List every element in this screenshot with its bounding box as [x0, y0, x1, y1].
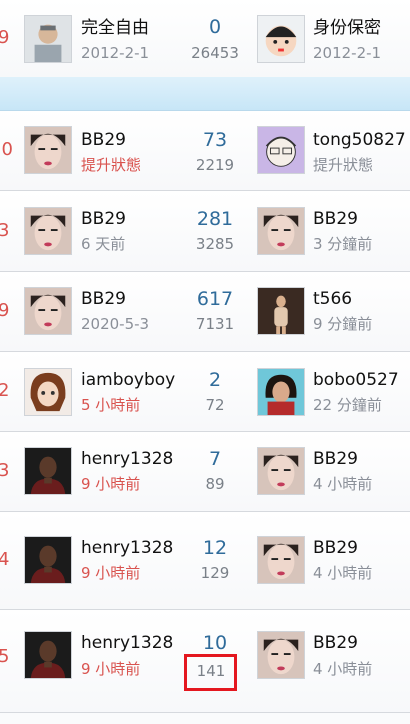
author-name[interactable]: BB29 [81, 289, 126, 309]
last-poster-name[interactable]: tong50827 [313, 130, 406, 150]
avatar-cartoon-icon [258, 16, 304, 62]
last-poster-name[interactable]: BB29 [313, 449, 358, 469]
reply-count[interactable]: 10 [185, 632, 245, 654]
author-date: 9 小時前 [81, 660, 141, 678]
avatar-man-icon [25, 448, 71, 494]
author-date: 2012-2-1 [81, 44, 150, 62]
highlight-box [184, 654, 237, 691]
thread-row: 2 iamboyboy 5 小時前 2 72 bobo0527 22 分鐘前 [0, 352, 410, 432]
row-prefix: 9 [0, 300, 10, 321]
thread-row: 9 BB29 2020-5-3 617 7131 t566 9 分鐘前 [0, 272, 410, 352]
last-poster-avatar[interactable] [257, 287, 305, 335]
last-post-date: 4 小時前 [313, 660, 373, 678]
author-avatar[interactable] [24, 631, 72, 679]
avatar-woman-icon [258, 537, 304, 583]
next-row-peek [0, 713, 410, 724]
author-date: 2020-5-3 [81, 315, 150, 333]
reply-count[interactable]: 12 [185, 537, 245, 559]
avatar-anime-icon [25, 369, 71, 415]
view-count: 26453 [191, 44, 239, 62]
reply-count[interactable]: 281 [185, 208, 245, 230]
reply-count[interactable]: 617 [185, 288, 245, 310]
last-poster-avatar[interactable] [257, 368, 305, 416]
avatar-man-icon [25, 16, 71, 62]
last-poster-name[interactable]: 身份保密 [313, 18, 381, 38]
last-poster-name[interactable]: BB29 [313, 633, 358, 653]
row-prefix: 4 [0, 549, 10, 570]
author-avatar[interactable] [24, 368, 72, 416]
section-divider-band [0, 77, 410, 111]
avatar-man-icon [25, 537, 71, 583]
reply-count[interactable]: 2 [185, 369, 245, 391]
author-name[interactable]: iamboyboy [81, 370, 175, 390]
avatar-woman-icon [25, 208, 71, 254]
thread-row: 3 BB29 6 天前 281 3285 BB29 3 分鐘前 [0, 191, 410, 272]
last-post-date: 22 分鐘前 [313, 396, 382, 414]
author-avatar[interactable] [24, 207, 72, 255]
row-prefix: 9 [0, 27, 10, 48]
author-name[interactable]: 完全自由 [81, 18, 149, 38]
author-avatar[interactable] [24, 15, 72, 63]
last-poster-name[interactable]: bobo0527 [313, 370, 399, 390]
avatar-glasses-cartoon-icon [258, 127, 304, 173]
reply-count[interactable]: 0 [185, 16, 245, 38]
last-poster-avatar[interactable] [257, 631, 305, 679]
last-poster-name[interactable]: BB29 [313, 538, 358, 558]
author-name[interactable]: BB29 [81, 130, 126, 150]
author-avatar[interactable] [24, 536, 72, 584]
avatar-figure-icon [258, 288, 304, 334]
author-avatar[interactable] [24, 126, 72, 174]
author-date: 提升狀態 [81, 156, 142, 174]
last-post-date: 2012-2-1 [313, 44, 382, 62]
author-date: 9 小時前 [81, 475, 141, 493]
author-name[interactable]: henry1328 [81, 538, 173, 558]
thread-row: 3 henry1328 9 小時前 7 89 BB29 4 小時前 [0, 432, 410, 512]
author-date: 9 小時前 [81, 564, 141, 582]
row-prefix: 3 [0, 460, 10, 481]
thread-row: 50 BB29 提升狀態 73 2219 tong50827 提升狀態 [0, 111, 410, 191]
last-poster-avatar[interactable] [257, 536, 305, 584]
view-count: 3285 [195, 235, 235, 253]
view-count: 89 [205, 475, 225, 493]
avatar-woman-icon [258, 448, 304, 494]
view-count: 7131 [195, 315, 235, 333]
reply-count[interactable]: 73 [185, 129, 245, 151]
last-poster-avatar[interactable] [257, 15, 305, 63]
last-post-date: 9 分鐘前 [313, 315, 373, 333]
author-date: 6 天前 [81, 235, 126, 253]
reply-count[interactable]: 7 [185, 448, 245, 470]
author-name[interactable]: henry1328 [81, 449, 173, 469]
last-poster-avatar[interactable] [257, 447, 305, 495]
view-count: 129 [200, 564, 230, 582]
last-post-date: 4 小時前 [313, 475, 373, 493]
last-poster-name[interactable]: BB29 [313, 209, 358, 229]
row-prefix: 50 [0, 139, 13, 160]
avatar-man-icon [25, 632, 71, 678]
avatar-woman-icon [258, 208, 304, 254]
avatar-woman-icon [258, 369, 304, 415]
author-name[interactable]: BB29 [81, 209, 126, 229]
avatar-woman-icon [25, 288, 71, 334]
row-prefix: 3 [0, 220, 10, 241]
thread-row: 4 henry1328 9 小時前 12 129 BB29 4 小時前 [0, 512, 410, 610]
avatar-woman-icon [258, 632, 304, 678]
last-post-date: 3 分鐘前 [313, 235, 373, 253]
row-prefix: 2 [0, 380, 10, 401]
last-post-date: 提升狀態 [313, 156, 374, 174]
author-avatar[interactable] [24, 447, 72, 495]
row-prefix: 5 [0, 646, 10, 667]
author-name[interactable]: henry1328 [81, 633, 173, 653]
author-avatar[interactable] [24, 287, 72, 335]
last-poster-avatar[interactable] [257, 126, 305, 174]
view-count: 72 [205, 396, 225, 414]
last-poster-avatar[interactable] [257, 207, 305, 255]
avatar-woman-icon [25, 127, 71, 173]
last-poster-name[interactable]: t566 [313, 289, 352, 309]
view-count: 2219 [195, 156, 235, 174]
thread-row: 9 完全自由 2012-2-1 0 26453 身份保密 2012-2-1 [0, 0, 410, 78]
author-date: 5 小時前 [81, 396, 141, 414]
last-post-date: 4 小時前 [313, 564, 373, 582]
